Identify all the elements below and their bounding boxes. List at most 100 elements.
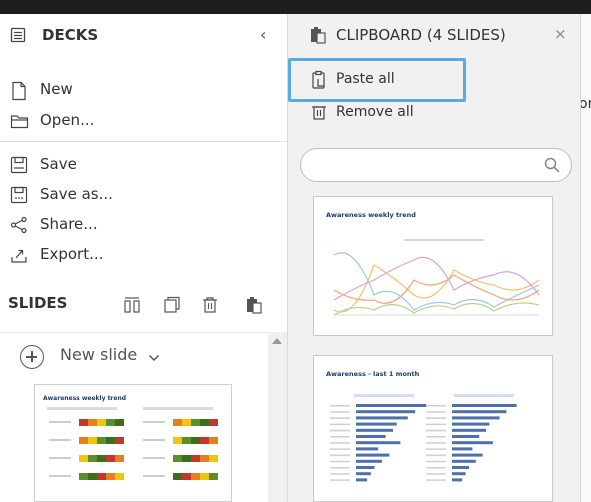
thumbnail-heat-cell: [97, 437, 106, 444]
thumbnail-heat-cell: [97, 473, 106, 480]
preview-bar: [452, 466, 469, 469]
thumbnail-heat-cell: [79, 473, 88, 480]
preview-bar: [452, 472, 466, 476]
menu-item-open[interactable]: Open...: [0, 107, 287, 135]
thumbnail-heat-cell: [88, 473, 97, 480]
preview-bar-label: [426, 411, 446, 413]
share-icon: [10, 216, 28, 238]
thumbnail-heat-cell: [173, 437, 182, 444]
menu-item-save-as[interactable]: Save as...: [0, 181, 287, 209]
thumbnail-heat-cell: [106, 419, 115, 426]
preview-bar: [452, 447, 473, 451]
thumbnail-heat-cell: [191, 473, 200, 480]
menu-item-share[interactable]: Share...: [0, 211, 287, 239]
thumbnail-heat-cell: [173, 473, 182, 480]
menu-item-label: New: [40, 80, 73, 98]
thumbnail-row-label: [143, 439, 165, 441]
thumbnail-heat-cell: [115, 437, 124, 444]
preview-bar-label: [330, 473, 350, 475]
thumbnail-heat-cell: [191, 437, 200, 444]
remove-all-button[interactable]: Remove all: [288, 100, 582, 126]
menu-item-save[interactable]: Save: [0, 151, 287, 179]
preview-bar: [452, 416, 500, 420]
add-icon: [20, 345, 44, 369]
preview-bar: [356, 478, 368, 482]
preview-bar: [356, 404, 427, 407]
slide-thumbnail[interactable]: Awareness weekly trend: [34, 384, 232, 502]
preview-bar: [452, 410, 507, 414]
preview-bar-label: [426, 479, 446, 481]
collapse-panel-button[interactable]: ‹: [260, 25, 266, 44]
preview-bar-label: [426, 448, 446, 450]
copy-slide-icon[interactable]: [162, 295, 182, 319]
menu-item-new[interactable]: New: [0, 76, 287, 104]
preview-bar-label: [330, 429, 350, 432]
thumbnail-heat-cell: [200, 437, 209, 444]
thumbnail-row-label: [49, 439, 71, 441]
decks-icon: [10, 27, 26, 47]
preview-bar-label: [426, 454, 446, 457]
slides-title: SLIDES: [8, 294, 68, 312]
scroll-up-icon[interactable]: [272, 338, 282, 344]
menu-item-label: Save: [40, 155, 77, 173]
preview-bar: [356, 472, 371, 476]
menu-item-export[interactable]: Export...: [0, 241, 287, 269]
menu-item-label: Export...: [40, 245, 104, 263]
preview-bar: [356, 447, 379, 451]
thumbnail-heat-cell: [115, 473, 124, 480]
thumbnail-heat-cell: [182, 419, 191, 426]
preview-bar-label: [330, 411, 350, 413]
top-bar: [0, 0, 591, 14]
clipboard-slide-bar-preview: [330, 394, 517, 482]
new-file-icon: [10, 81, 28, 105]
thumbnail-heat-cell: [173, 419, 182, 426]
thumbnail-row-label: [143, 421, 165, 423]
preview-bar-label: [426, 467, 446, 469]
preview-bar: [452, 453, 483, 457]
thumbnail-heat-cell: [115, 419, 124, 426]
export-icon: [10, 246, 28, 268]
close-icon[interactable]: ×: [554, 25, 567, 43]
search-icon[interactable]: [543, 156, 561, 178]
thumbnail-heat-cell: [88, 455, 97, 462]
clipboard-icon[interactable]: [244, 295, 264, 319]
preview-bar-label: [330, 448, 350, 450]
thumbnail-heat-cell: [79, 437, 88, 444]
decks-header: DECKS ‹: [0, 14, 287, 56]
preview-bar-label: [330, 442, 350, 444]
delete-slide-icon[interactable]: [200, 295, 220, 319]
slide-thumbnail-title: Awareness weekly trend: [43, 395, 127, 402]
preview-series-line: [333, 302, 540, 316]
clipboard-slide-card[interactable]: Awareness - last 1 month: [313, 355, 553, 502]
thumbnail-row-label: [143, 457, 165, 459]
duplicate-slides-icon[interactable]: [122, 295, 142, 319]
preview-bar-label: [330, 467, 350, 469]
thumbnail-heat-cell: [106, 473, 115, 480]
menu-item-label: Share...: [40, 215, 98, 233]
new-slide-label: New slide: [60, 345, 138, 364]
clipboard-search-input[interactable]: [300, 148, 572, 182]
slides-scrollbar[interactable]: [268, 332, 287, 502]
thumbnail-heat-cell: [106, 455, 115, 462]
slides-header: SLIDES: [0, 290, 287, 320]
thumbnail-heat-cell: [200, 455, 209, 462]
chevron-down-icon[interactable]: [148, 348, 160, 367]
preview-bar: [452, 441, 493, 445]
thumbnail-heat-cell: [79, 455, 88, 462]
menu-item-label: Open...: [40, 111, 95, 129]
right-edge-panel: or: [581, 14, 591, 502]
preview-bar: [452, 459, 476, 463]
preview-bar: [356, 435, 386, 438]
thumbnail-heat-cell: [200, 473, 209, 480]
preview-bar: [356, 422, 397, 426]
preview-bar-label: [426, 442, 446, 444]
thumbnail-heat-cell: [97, 419, 106, 426]
thumbnail-heat-cell: [106, 437, 115, 444]
thumbnail-heat-cell: [173, 455, 182, 462]
thumbnail-row-label: [49, 457, 71, 459]
thumbnail-heat-cell: [182, 437, 191, 444]
menu-item-label: Save as...: [40, 185, 113, 203]
clipboard-slide-card[interactable]: Awareness weekly trend: [313, 196, 553, 336]
folder-open-icon: [10, 112, 30, 134]
new-slide-button[interactable]: New slide: [0, 332, 268, 380]
